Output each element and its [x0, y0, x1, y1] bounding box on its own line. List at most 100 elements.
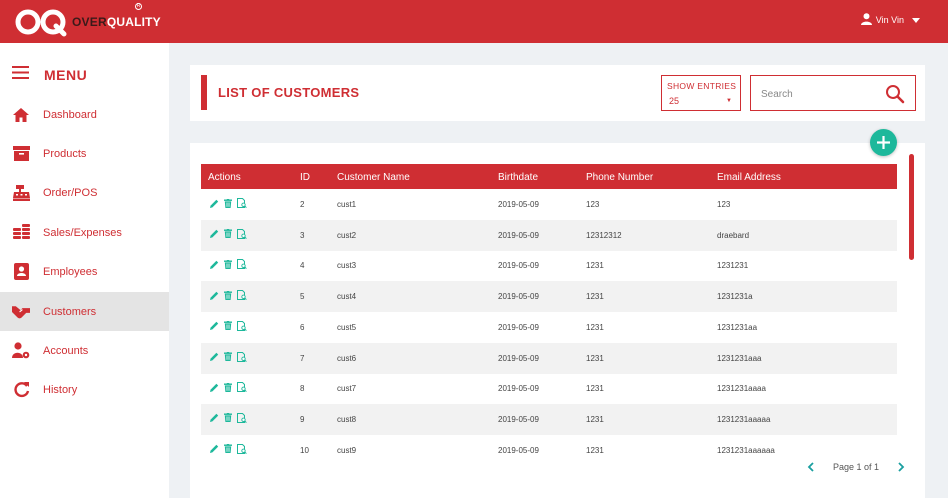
edit-icon[interactable]: [210, 229, 219, 239]
previous-page-icon[interactable]: [807, 462, 815, 472]
cell-customer-name: cust4: [337, 292, 357, 302]
page-title: LIST OF CUSTOMERS: [218, 85, 360, 100]
edit-icon[interactable]: [210, 383, 219, 392]
row-actions: [210, 351, 252, 362]
cell-phone-number: 123: [586, 200, 600, 209]
sidebar-item-customers[interactable]: Customers: [0, 292, 169, 331]
trash-icon[interactable]: [224, 413, 232, 423]
edit-icon[interactable]: [210, 199, 219, 208]
cell-customer-name: cust9: [337, 445, 357, 455]
column-header-email-address: Email Address: [717, 172, 781, 183]
sidebar-item-history[interactable]: History: [0, 370, 169, 409]
cell-id: 5: [300, 292, 305, 302]
cell-email-address: 1231231: [717, 261, 749, 271]
cell-birthdate: 2019-05-09: [498, 261, 539, 271]
menu-title: MENU: [44, 67, 88, 83]
cell-phone-number: 1231: [586, 292, 604, 302]
view-document-icon[interactable]: [237, 290, 247, 301]
trash-icon[interactable]: [224, 352, 232, 361]
cell-customer-name: cust5: [337, 322, 357, 332]
cell-id: 8: [300, 384, 305, 394]
trash-icon[interactable]: [224, 198, 232, 208]
edit-icon[interactable]: [210, 291, 219, 300]
edit-icon[interactable]: [210, 260, 219, 269]
table-row: 10 cust9 2019-05-09 1231 1231231aaaaaa: [201, 435, 897, 457]
scrollbar-thumb[interactable]: [909, 154, 914, 260]
user-menu[interactable]: Vin Vin: [860, 13, 920, 27]
view-document-icon[interactable]: [237, 351, 247, 362]
cell-email-address: 1231231aa: [717, 322, 758, 332]
logo-mark-icon: [14, 7, 68, 37]
edit-icon[interactable]: [210, 321, 219, 331]
column-header-id: ID: [300, 172, 310, 183]
view-document-icon[interactable]: [237, 320, 247, 331]
show-entries-select[interactable]: SHOW ENTRIES 25 ▼: [661, 75, 741, 111]
edit-icon[interactable]: [210, 444, 219, 454]
column-header-customer-name: Customer Name: [337, 172, 410, 183]
pagination: Page 1 of 1: [807, 462, 905, 472]
view-document-icon[interactable]: [237, 259, 247, 270]
search-icon[interactable]: [885, 84, 905, 104]
trash-icon[interactable]: [224, 444, 232, 454]
row-actions: [210, 382, 252, 393]
sidebar-item-products[interactable]: Products: [0, 134, 169, 173]
row-actions: [210, 228, 252, 239]
cell-email-address: 1231231a: [717, 292, 753, 302]
trash-icon[interactable]: [224, 321, 232, 331]
column-header-birthdate: Birthdate: [498, 172, 539, 183]
view-document-icon[interactable]: [237, 443, 247, 454]
cell-customer-name: cust6: [337, 353, 357, 363]
cell-birthdate: 2019-05-09: [498, 200, 539, 209]
cell-id: 2: [300, 200, 305, 209]
table-header-row: Actions ID Customer Name Birthdate Phone…: [201, 164, 897, 189]
cell-phone-number: 1231: [586, 384, 604, 394]
refresh-icon: [12, 381, 30, 399]
edit-icon[interactable]: [210, 352, 219, 361]
view-document-icon[interactable]: [237, 382, 247, 393]
brand-logo[interactable]: OVERQUALITY: [14, 7, 161, 37]
trash-icon[interactable]: [224, 229, 232, 239]
sidebar-item-order-pos[interactable]: Order/POS: [0, 173, 169, 212]
sidebar-item-label: Employees: [43, 265, 98, 278]
show-entries-label: SHOW ENTRIES: [667, 81, 737, 91]
top-bar: OVERQUALITY R Vin Vin: [0, 0, 948, 43]
table-row: 4 cust3 2019-05-09 1231 1231231: [201, 250, 897, 281]
sidebar-item-label: Customers: [43, 305, 97, 318]
view-document-icon[interactable]: [237, 198, 247, 208]
cell-id: 10: [300, 445, 309, 455]
cell-id: 9: [300, 414, 305, 424]
cell-customer-name: cust2: [337, 230, 357, 240]
cell-id: 3: [300, 230, 305, 240]
cell-id: 6: [300, 322, 305, 332]
cell-customer-name: cust1: [337, 200, 357, 209]
view-document-icon[interactable]: [237, 228, 247, 239]
trash-icon[interactable]: [224, 382, 232, 392]
sidebar-item-sales-expenses[interactable]: Sales/Expenses: [0, 213, 169, 252]
row-actions: [210, 290, 252, 301]
cell-birthdate: 2019-05-09: [498, 230, 539, 240]
edit-icon[interactable]: [210, 413, 219, 423]
sidebar-item-accounts[interactable]: Accounts: [0, 331, 169, 370]
row-actions: [210, 198, 252, 208]
add-customer-button[interactable]: [870, 129, 897, 156]
cell-customer-name: cust8: [337, 414, 357, 424]
sidebar-item-employees[interactable]: Employees: [0, 252, 169, 291]
search-input[interactable]: [761, 86, 881, 102]
chevron-down-icon: [912, 17, 920, 23]
sidebar-item-dashboard[interactable]: Dashboard: [0, 95, 169, 134]
hamburger-icon[interactable]: [12, 66, 29, 84]
caret-down-icon: ▼: [726, 98, 732, 104]
trash-icon[interactable]: [224, 290, 232, 300]
next-page-icon[interactable]: [897, 462, 905, 472]
title-accent-bar: [201, 75, 207, 110]
table-scrollbar[interactable]: [909, 154, 914, 454]
home-icon: [12, 106, 30, 124]
view-document-icon[interactable]: [237, 412, 247, 423]
sidebar-item-label: Order/POS: [43, 186, 98, 199]
trash-icon[interactable]: [224, 259, 232, 269]
user-icon: [860, 13, 872, 27]
column-header-actions: Actions: [208, 172, 241, 183]
show-entries-value: 25: [669, 96, 680, 106]
table-row: 2 cust1 2019-05-09 123 123: [201, 189, 897, 220]
cell-phone-number: 1231: [586, 261, 604, 271]
